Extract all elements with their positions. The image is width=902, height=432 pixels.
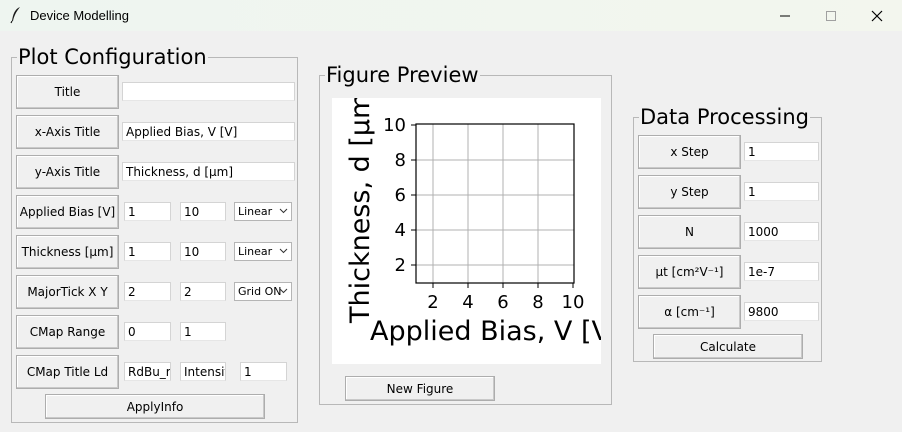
mobility-lifetime-field[interactable]: 1e-7	[744, 262, 819, 281]
y-axis-title-field[interactable]: Thickness, d [µm]	[122, 162, 295, 181]
cmap-title-button[interactable]: CMap Title Ld	[16, 355, 119, 389]
thickness-button[interactable]: Thickness [µm]	[16, 235, 119, 269]
new-figure-button[interactable]: New Figure	[345, 376, 495, 401]
thickness-scale-select[interactable]: Linear	[234, 242, 292, 261]
y-axis-title-button[interactable]: y-Axis Title	[16, 155, 119, 189]
thickness-scale-value: Linear	[238, 245, 273, 258]
bias-scale-value: Linear	[238, 205, 273, 218]
absorption-coefficient-field[interactable]: 9800	[744, 302, 819, 321]
data-processing-title: Data Processing	[639, 105, 810, 129]
cmap-title-field[interactable]: Intensit	[180, 362, 226, 381]
majortick-x-field[interactable]: 2	[124, 282, 171, 301]
title-button[interactable]: Title	[16, 75, 119, 109]
title-field[interactable]	[122, 82, 295, 101]
y-tick-label: 2	[395, 255, 406, 276]
preview-plot: 2 4 6 8 10 2 4 6 8 10 Applied Bias, V [V…	[345, 98, 601, 347]
plot-configuration-title: Plot Configuration	[17, 45, 208, 69]
apply-info-button[interactable]: ApplyInfo	[45, 394, 265, 419]
grid-lines	[416, 124, 574, 283]
window-title: Device Modelling	[30, 8, 129, 23]
mobility-lifetime-button[interactable]: µt [cm²V⁻¹]	[638, 255, 741, 289]
calculate-button[interactable]: Calculate	[653, 334, 803, 359]
n-button[interactable]: N	[638, 215, 741, 249]
y-step-field[interactable]: 1	[744, 182, 819, 201]
x-axis-title-button[interactable]: x-Axis Title	[16, 115, 119, 149]
applied-bias-button[interactable]: Applied Bias [V]	[16, 195, 119, 229]
cmap-name-field[interactable]: RdBu_r	[124, 362, 171, 381]
x-tick-label: 8	[532, 292, 543, 313]
n-field[interactable]: 1000	[744, 222, 819, 241]
x-tick-label: 6	[497, 292, 508, 313]
thickness-max-field[interactable]: 10	[180, 242, 226, 261]
x-tick-label: 4	[462, 292, 473, 313]
maximize-icon	[826, 11, 836, 21]
majortick-y-field[interactable]: 2	[180, 282, 226, 301]
x-axis-title-field[interactable]: Applied Bias, V [V]	[122, 122, 295, 141]
bias-scale-select[interactable]: Linear	[234, 202, 292, 221]
chevron-down-icon	[279, 208, 288, 214]
figure-preview-title: Figure Preview	[325, 63, 480, 87]
absorption-coefficient-button[interactable]: α [cm⁻¹]	[638, 295, 741, 329]
thickness-min-field[interactable]: 1	[124, 242, 171, 261]
y-tick-label: 6	[395, 185, 406, 206]
minimize-button[interactable]	[762, 0, 808, 31]
maximize-button[interactable]	[808, 0, 854, 31]
cmap-ld-field[interactable]: 1	[240, 362, 287, 381]
grid-value: Grid ON	[238, 285, 282, 298]
chevron-down-icon	[279, 288, 288, 294]
y-tick-label: 10	[383, 115, 406, 136]
y-tick-label: 8	[395, 150, 406, 171]
close-button[interactable]	[854, 0, 900, 31]
x-tick-label: 10	[562, 292, 585, 313]
y-step-button[interactable]: y Step	[638, 175, 741, 209]
minimize-icon	[780, 15, 790, 17]
figure-preview-canvas: 2 4 6 8 10 2 4 6 8 10 Applied Bias, V [V…	[332, 98, 601, 364]
x-tick-label: 2	[427, 292, 438, 313]
plot-frame	[415, 123, 575, 284]
feather-icon	[10, 7, 20, 24]
majortick-button[interactable]: MajorTick X Y	[16, 275, 119, 309]
chevron-down-icon	[279, 248, 288, 254]
bias-max-field[interactable]: 10	[180, 202, 226, 221]
y-axis-label: Thickness, d [µm	[345, 98, 376, 324]
x-step-field[interactable]: 1	[744, 142, 819, 161]
y-tick-label: 4	[395, 220, 406, 241]
x-step-button[interactable]: x Step	[638, 135, 741, 169]
bias-min-field[interactable]: 1	[124, 202, 171, 221]
cmap-range-button[interactable]: CMap Range	[16, 315, 119, 349]
cmap-max-field[interactable]: 1	[180, 322, 226, 341]
title-bar: Device Modelling	[0, 0, 902, 31]
close-icon	[871, 10, 883, 22]
x-axis-label: Applied Bias, V [V	[370, 316, 601, 347]
grid-select[interactable]: Grid ON	[234, 282, 292, 301]
cmap-min-field[interactable]: 0	[124, 322, 171, 341]
